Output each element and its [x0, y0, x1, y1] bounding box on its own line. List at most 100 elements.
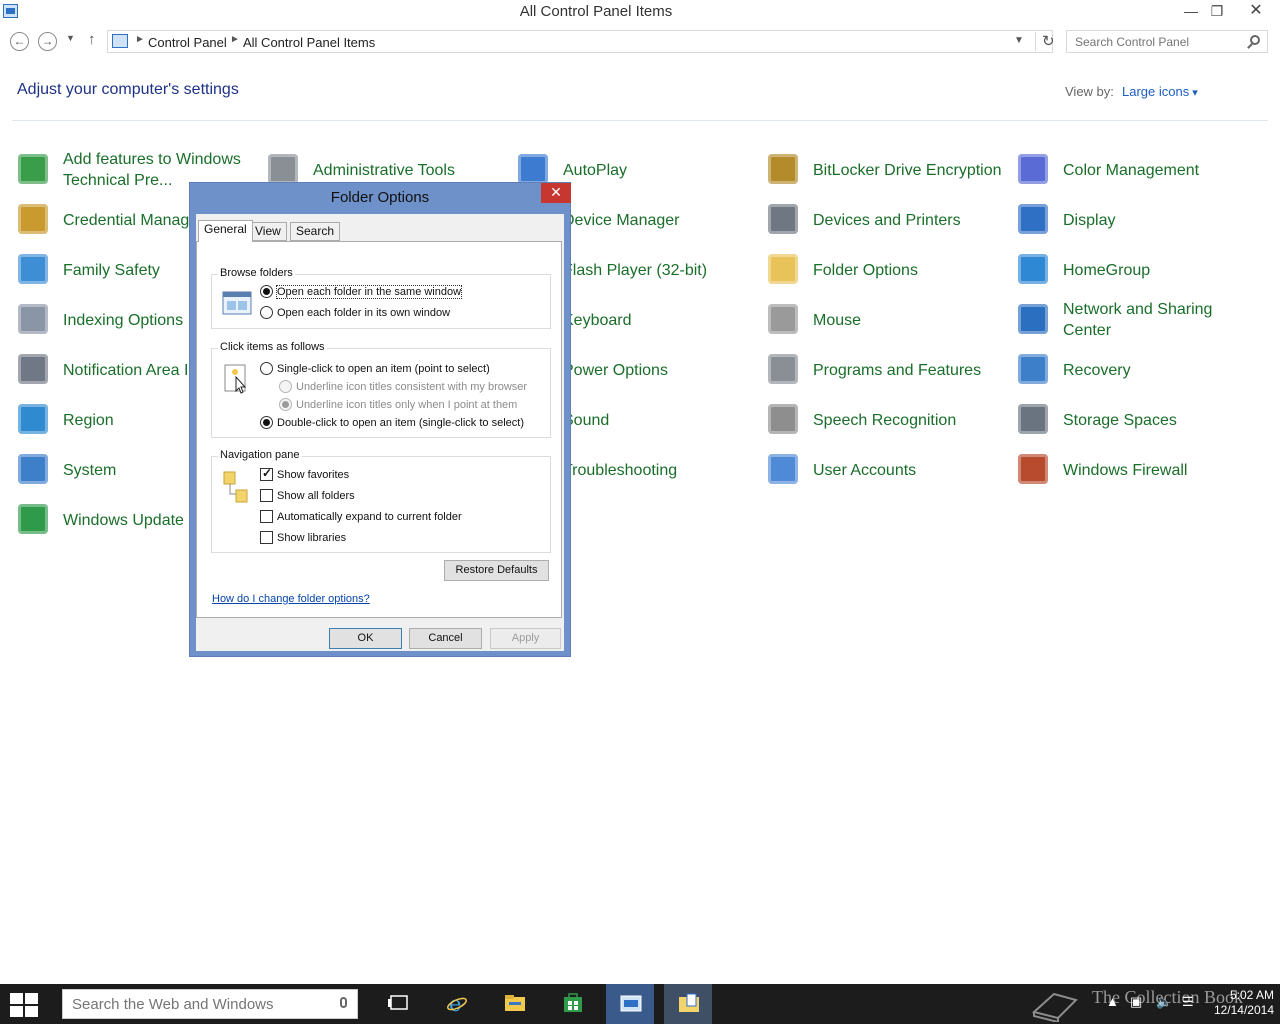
network-icon[interactable]: ▣ — [1130, 994, 1142, 1010]
open-own-window-radio[interactable]: Open each folder in its own window — [260, 306, 450, 319]
clock-time: 5:02 AM — [1229, 988, 1274, 1002]
close-button[interactable]: ✕ — [1236, 0, 1276, 22]
cp-item-label: Color Management — [1063, 161, 1200, 179]
breadcrumb-separator-icon[interactable]: ► — [230, 34, 240, 45]
minimize-button[interactable]: — — [1180, 0, 1202, 22]
up-arrow-icon[interactable]: ↑ — [88, 31, 96, 48]
search-input[interactable] — [1073, 32, 1243, 51]
ok-button[interactable]: OK — [329, 628, 402, 649]
homegroup-icon — [1018, 254, 1048, 284]
navigation-pane-icon — [223, 471, 248, 503]
double-click-radio[interactable]: Double-click to open an item (single-cli… — [260, 416, 524, 429]
store-button[interactable] — [548, 984, 596, 1024]
devices-printers-icon — [768, 204, 798, 234]
cp-item-user-accounts[interactable]: User Accounts — [768, 445, 1013, 495]
show-all-folders-checkbox[interactable]: Show all folders — [260, 489, 355, 502]
maximize-button[interactable]: ❐ — [1206, 0, 1228, 22]
cp-item-label: Speech Recognition — [813, 411, 957, 429]
cp-item-homegroup[interactable]: HomeGroup — [1018, 245, 1263, 295]
dialog-body: General View Search Browse folders Open … — [196, 214, 564, 651]
system-icon — [18, 454, 48, 484]
tab-view[interactable]: View — [249, 222, 287, 241]
internet-explorer-button[interactable]: e — [432, 984, 480, 1024]
tab-general[interactable]: General — [198, 220, 253, 242]
add-features-icon — [18, 154, 48, 184]
cp-item-programs-features[interactable]: Programs and Features — [768, 345, 1013, 395]
cp-item-display[interactable]: Display — [1018, 195, 1263, 245]
cp-item-speech-recognition[interactable]: Speech Recognition — [768, 395, 1013, 445]
taskbar-search[interactable] — [62, 989, 358, 1019]
start-button[interactable] — [10, 993, 40, 1017]
system-clock[interactable]: 5:02 AM 12/14/2014 — [1202, 988, 1274, 1018]
autoplay-icon — [518, 154, 548, 184]
file-explorer-button[interactable] — [490, 984, 538, 1024]
cp-item-storage-spaces[interactable]: Storage Spaces — [1018, 395, 1263, 445]
single-click-radio[interactable]: Single-click to open an item (point to s… — [260, 362, 490, 375]
help-link[interactable]: How do I change folder options? — [212, 593, 370, 605]
folder-options-icon — [679, 993, 699, 1012]
search-icon[interactable] — [1250, 35, 1260, 45]
show-favorites-checkbox[interactable]: Show favorites — [260, 466, 349, 481]
windows-update-icon — [18, 504, 48, 534]
cp-item-color-management[interactable]: Color Management — [1018, 145, 1263, 195]
cp-item-label: Keyboard — [563, 311, 632, 329]
show-libraries-checkbox[interactable]: Show libraries — [260, 531, 346, 544]
underline-consistent-radio[interactable]: Underline icon titles consistent with my… — [279, 380, 527, 393]
underline-point-radio[interactable]: Underline icon titles only when I point … — [279, 398, 517, 411]
folder-options-taskbar-button[interactable] — [664, 984, 712, 1024]
recent-locations-chevron-icon[interactable]: ▼ — [66, 33, 75, 43]
folder-options-dialog: Folder Options ✕ General View Search Bro… — [189, 182, 571, 657]
address-dropdown-icon[interactable]: ▼ — [1014, 35, 1024, 46]
internet-explorer-icon: e — [447, 993, 467, 1013]
microphone-icon[interactable] — [340, 997, 347, 1008]
cp-item-network-sharing[interactable]: Network and Sharing Center — [1018, 295, 1263, 345]
navigation-pane-title: Navigation pane — [218, 449, 302, 461]
restore-defaults-button[interactable]: Restore Defaults — [444, 560, 549, 581]
address-bar[interactable]: ► Control Panel ► All Control Panel Item… — [107, 30, 1055, 53]
click-items-title: Click items as follows — [218, 341, 327, 353]
cp-item-recovery[interactable]: Recovery — [1018, 345, 1263, 395]
cp-item-label: User Accounts — [813, 461, 917, 479]
back-button[interactable]: ← — [10, 32, 29, 51]
control-panel-taskbar-button[interactable] — [606, 984, 654, 1024]
cp-item-folder-options[interactable]: Folder Options — [768, 245, 1013, 295]
recovery-icon — [1018, 354, 1048, 384]
window-title: All Control Panel Items — [519, 3, 673, 20]
refresh-icon[interactable]: ↻ — [1035, 32, 1055, 51]
cp-item-bitlocker[interactable]: BitLocker Drive Encryption — [768, 145, 1013, 195]
view-by-label: View by: — [1065, 84, 1114, 99]
volume-muted-icon[interactable]: 🔈 — [1156, 994, 1172, 1010]
dialog-title: Folder Options — [330, 189, 430, 206]
dialog-close-button[interactable]: ✕ — [541, 183, 571, 203]
cp-item-devices-printers[interactable]: Devices and Printers — [768, 195, 1013, 245]
region-icon — [18, 404, 48, 434]
cp-item-label: Network and Sharing Center — [1063, 301, 1213, 339]
breadcrumb-all-items[interactable]: All Control Panel Items — [243, 35, 375, 50]
store-icon — [564, 993, 582, 1012]
cp-item-label: Devices and Printers — [813, 211, 961, 229]
view-by-dropdown[interactable]: Large icons — [1122, 84, 1198, 99]
taskbar-search-input[interactable] — [70, 991, 330, 1017]
control-panel-icon — [112, 34, 128, 48]
cp-item-label: Recovery — [1063, 361, 1131, 379]
cp-item-label: BitLocker Drive Encryption — [813, 161, 1002, 179]
show-hidden-icons-icon[interactable]: ▲ — [1106, 994, 1119, 1009]
navigation-pane-group: Navigation pane Show favorites Show all … — [211, 449, 551, 553]
auto-expand-checkbox[interactable]: Automatically expand to current folder — [260, 510, 462, 523]
task-view-button[interactable] — [374, 984, 422, 1024]
apply-button[interactable]: Apply — [490, 628, 561, 649]
forward-button[interactable]: → — [38, 32, 57, 51]
cancel-button[interactable]: Cancel — [409, 628, 482, 649]
cp-item-windows-firewall[interactable]: Windows Firewall — [1018, 445, 1263, 495]
cp-item-label: Programs and Features — [813, 361, 982, 379]
cp-item-label: Sound — [563, 411, 610, 429]
open-same-window-radio[interactable]: Open each folder in the same window — [260, 285, 463, 299]
action-center-icon[interactable]: ☰ — [1182, 994, 1194, 1010]
cp-item-label: AutoPlay — [563, 161, 628, 179]
cp-item-mouse[interactable]: Mouse — [768, 295, 1013, 345]
breadcrumb-separator-icon[interactable]: ► — [135, 34, 145, 45]
breadcrumb-control-panel[interactable]: Control Panel — [148, 35, 227, 50]
cp-item-label: Troubleshooting — [563, 461, 678, 479]
tab-search[interactable]: Search — [290, 222, 341, 241]
search-control-panel[interactable] — [1066, 30, 1268, 53]
